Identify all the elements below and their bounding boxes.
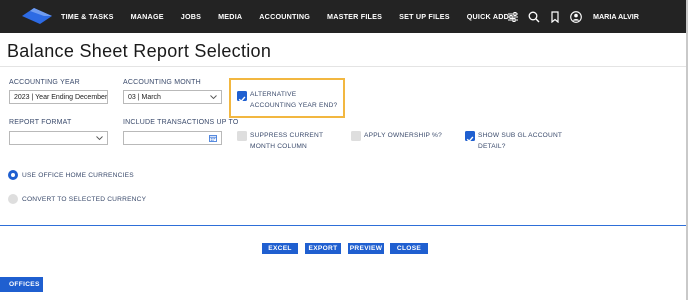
menu-time-tasks[interactable]: TIME & TASKS: [61, 12, 114, 21]
accounting-year-label: ACCOUNTING YEAR: [9, 79, 80, 86]
bookmark-icon[interactable]: [549, 10, 561, 23]
calendar-icon[interactable]: [209, 134, 217, 142]
preview-button[interactable]: PREVIEW: [348, 243, 384, 254]
chevron-down-icon: [96, 136, 103, 141]
export-button[interactable]: EXPORT: [305, 243, 341, 254]
use-home-currency-label: USE OFFICE HOME CURRENCIES: [22, 172, 134, 179]
include-transactions-date-input[interactable]: [123, 131, 222, 145]
section-divider: [0, 225, 686, 226]
alternative-year-end-label: ALTERNATIVE ACCOUNTING YEAR END?: [250, 91, 338, 109]
convert-currency-label: CONVERT TO SELECTED CURRENCY: [22, 196, 147, 203]
page-title: Balance Sheet Report Selection: [7, 41, 272, 61]
menu-master-files[interactable]: MASTER FILES: [327, 12, 382, 21]
suppress-current-month-label: SUPPRESS CURRENT MONTH COLUMN: [250, 132, 324, 150]
main-menu: TIME & TASKS MANAGE JOBS MEDIA ACCOUNTIN…: [61, 0, 526, 33]
apply-ownership-label: APPLY OWNERSHIP %?: [364, 132, 442, 139]
checkmark-icon: [466, 136, 474, 143]
tab-offices[interactable]: OFFICES: [0, 277, 43, 292]
menu-quick-add[interactable]: QUICK ADD: [467, 12, 509, 21]
report-format-select[interactable]: [9, 131, 108, 145]
convert-currency-radio[interactable]: [8, 194, 18, 204]
checkmark-icon: [238, 96, 246, 103]
excel-button[interactable]: EXCEL: [262, 243, 298, 254]
menu-set-up-files[interactable]: SET UP FILES: [399, 12, 450, 21]
accounting-year-value: 2023 | Year Ending December: [14, 93, 108, 101]
report-format-label: REPORT FORMAT: [9, 119, 72, 126]
company-logo-icon[interactable]: [22, 8, 52, 24]
alternative-year-end-checkbox[interactable]: [237, 91, 247, 103]
search-icon[interactable]: [528, 11, 540, 23]
menu-jobs[interactable]: JOBS: [181, 12, 201, 21]
nav-utilities: MARIA ALVIR: [507, 0, 686, 33]
menu-media[interactable]: MEDIA: [218, 12, 242, 21]
apply-ownership-checkbox[interactable]: [351, 131, 361, 141]
close-button[interactable]: CLOSE: [390, 243, 428, 254]
accounting-month-label: ACCOUNTING MONTH: [123, 79, 201, 86]
show-sub-gl-checkbox[interactable]: [465, 131, 475, 143]
title-divider: [0, 66, 686, 67]
menu-manage[interactable]: MANAGE: [131, 12, 164, 21]
include-transactions-label: INCLUDE TRANSACTIONS UP TO: [123, 119, 239, 126]
app-window: TIME & TASKS MANAGE JOBS MEDIA ACCOUNTIN…: [0, 0, 688, 300]
chevron-down-icon: [210, 95, 217, 100]
show-sub-gl-label: SHOW SUB GL ACCOUNT DETAIL?: [478, 132, 563, 150]
use-home-currency-radio[interactable]: [8, 170, 18, 180]
user-name[interactable]: MARIA ALVIR: [593, 12, 639, 21]
sliders-icon[interactable]: [507, 11, 519, 23]
accounting-month-value: 03 | March: [128, 93, 161, 101]
user-avatar-icon[interactable]: [570, 10, 582, 23]
top-nav-bar: TIME & TASKS MANAGE JOBS MEDIA ACCOUNTIN…: [0, 0, 686, 33]
accounting-month-select[interactable]: 03 | March: [123, 90, 222, 104]
accounting-year-select[interactable]: 2023 | Year Ending December: [9, 90, 108, 104]
menu-accounting[interactable]: ACCOUNTING: [259, 12, 310, 21]
suppress-current-month-checkbox[interactable]: [237, 131, 247, 141]
